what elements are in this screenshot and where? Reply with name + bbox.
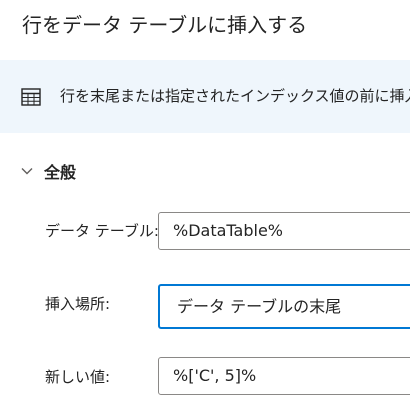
info-bar: 行を末尾または指定されたインデックス値の前に挿入します bbox=[0, 60, 410, 133]
chevron-down-icon bbox=[21, 168, 33, 175]
table-icon bbox=[21, 88, 41, 106]
insert-location-select[interactable]: データ テーブルの末尾 bbox=[158, 284, 410, 329]
section-title: 全般 bbox=[44, 163, 77, 182]
section-general-header[interactable]: 全般 bbox=[20, 158, 76, 184]
data-table-label: データ テーブル: bbox=[45, 222, 159, 240]
new-value-label: 新しい値: bbox=[45, 368, 111, 386]
data-table-input[interactable]: %DataTable% bbox=[158, 212, 410, 250]
insert-row-dialog: 行をデータ テーブルに挿入する 行を末尾または指定されたインデックス値の前に挿入… bbox=[0, 0, 410, 402]
insert-location-label: 挿入場所: bbox=[45, 295, 111, 313]
new-value-input[interactable]: %['C', 5]% bbox=[158, 357, 410, 395]
dialog-title: 行をデータ テーブルに挿入する bbox=[22, 13, 308, 37]
info-text: 行を末尾または指定されたインデックス値の前に挿入します bbox=[60, 87, 410, 105]
